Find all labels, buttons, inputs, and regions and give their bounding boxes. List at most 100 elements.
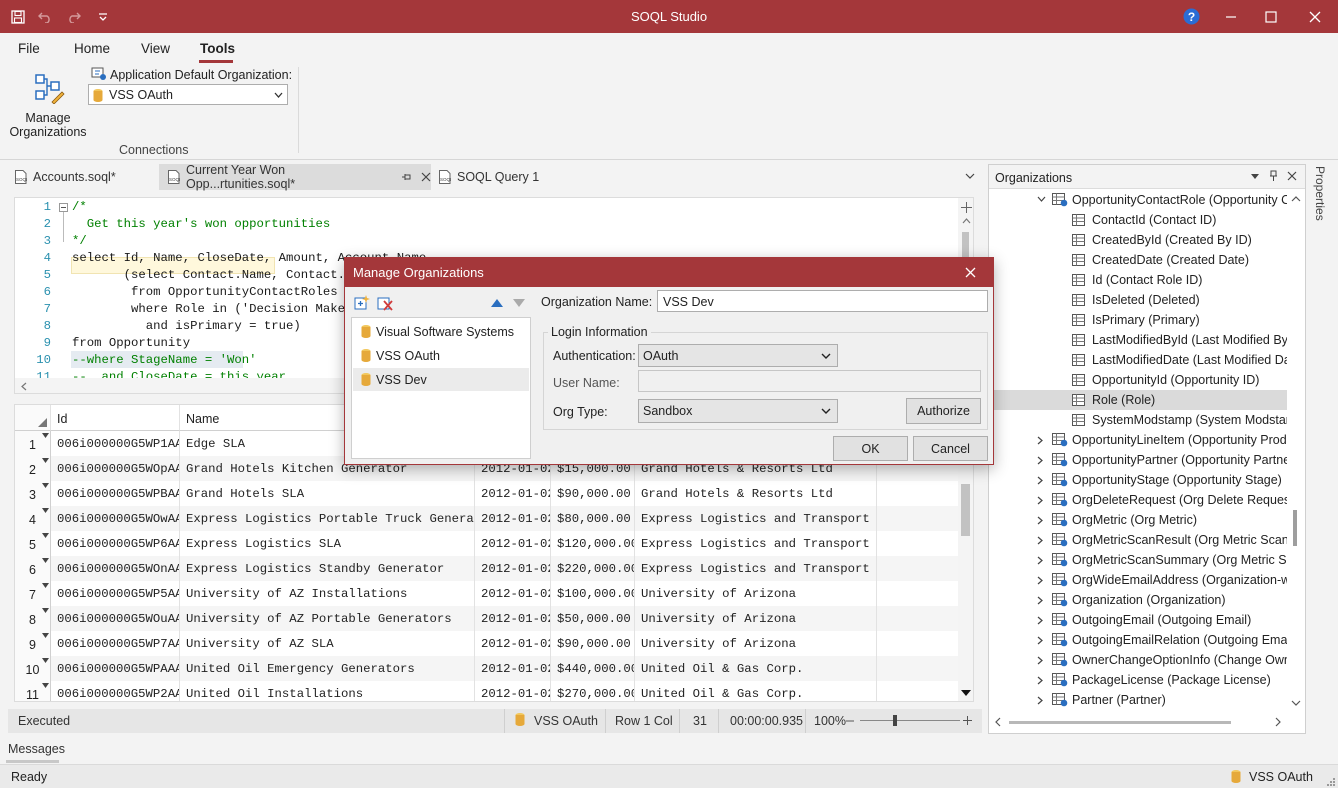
- cell-name[interactable]: Express Logistics Standby Generator: [180, 556, 475, 581]
- cell-amount[interactable]: $100,000.00: [551, 581, 635, 606]
- cell-name[interactable]: University of AZ Installations: [180, 581, 475, 606]
- cell-amount[interactable]: $270,000.00: [551, 681, 635, 701]
- cell-amount[interactable]: $90,000.00: [551, 481, 635, 506]
- chevron-right-icon[interactable]: [1037, 476, 1043, 485]
- pin-icon[interactable]: [1269, 170, 1278, 182]
- tree-hscroll-thumb[interactable]: [1009, 721, 1231, 724]
- cell-closedate[interactable]: 2012-01-02: [475, 556, 551, 581]
- tree-field-item[interactable]: IsDeleted (Deleted): [989, 290, 1287, 310]
- cell-amount[interactable]: $120,000.00: [551, 531, 635, 556]
- dialog-close-icon[interactable]: [965, 267, 976, 278]
- zoom-slider[interactable]: [860, 720, 960, 721]
- cell-name[interactable]: Grand Hotels SLA: [180, 481, 475, 506]
- default-org-select[interactable]: VSS OAuth: [88, 84, 288, 105]
- organization-list-item[interactable]: Visual Software Systems: [353, 320, 529, 343]
- tree-scroll-thumb[interactable]: [1293, 510, 1297, 546]
- cell-filler[interactable]: [877, 556, 957, 581]
- table-row[interactable]: 8 006i000000G5WOuAAN University of AZ Port…: [15, 606, 973, 631]
- cell-filler[interactable]: [877, 606, 957, 631]
- scroll-right-icon[interactable]: [1275, 717, 1281, 727]
- tree-object-item[interactable]: OutgoingEmail (Outgoing Email): [989, 610, 1287, 630]
- cell-closedate[interactable]: 2012-01-02: [475, 481, 551, 506]
- status-org[interactable]: VSS OAuth: [534, 714, 598, 728]
- tree-field-item[interactable]: CreatedById (Created By ID): [989, 230, 1287, 250]
- authentication-select[interactable]: OAuth: [638, 344, 838, 367]
- cell-amount[interactable]: $90,000.00: [551, 631, 635, 656]
- chevron-right-icon[interactable]: [1037, 676, 1043, 685]
- tree-field-item[interactable]: Role (Role): [989, 390, 1287, 410]
- scroll-left-icon[interactable]: [21, 382, 27, 391]
- chevron-right-icon[interactable]: [1037, 556, 1043, 565]
- tree-object-item[interactable]: OrgMetricScanResult (Org Metric Scan R: [989, 530, 1287, 550]
- cell-id[interactable]: 006i000000G5WP7AAN: [51, 631, 180, 656]
- cell-filler[interactable]: [877, 531, 957, 556]
- chevron-right-icon[interactable]: [1037, 616, 1043, 625]
- cell-amount[interactable]: $80,000.00: [551, 506, 635, 531]
- cell-closedate[interactable]: 2012-01-02: [475, 681, 551, 701]
- cell-account[interactable]: Express Logistics and Transport: [635, 531, 877, 556]
- close-tab-icon[interactable]: [421, 172, 431, 182]
- tab-home[interactable]: Home: [74, 41, 110, 56]
- cell-name[interactable]: University of AZ Portable Generators: [180, 606, 475, 631]
- cell-name[interactable]: United Oil Installations: [180, 681, 475, 701]
- cell-id[interactable]: 006i000000G5WP5AAN: [51, 581, 180, 606]
- doc-tab-current-year-won[interactable]: SOQL Current Year Won Opp...rtunities.so…: [159, 163, 431, 191]
- tree-object-item[interactable]: OpportunityContactRole (Opportunity Co: [989, 190, 1287, 210]
- cell-account[interactable]: University of Arizona: [635, 581, 877, 606]
- cell-amount[interactable]: $220,000.00: [551, 556, 635, 581]
- tree-object-item[interactable]: OrgWideEmailAddress (Organization-wid: [989, 570, 1287, 590]
- cell-id[interactable]: 006i000000G5WP6AAN: [51, 531, 180, 556]
- tree-object-item[interactable]: OwnerChangeOptionInfo (Change Owne: [989, 650, 1287, 670]
- org-type-select[interactable]: Sandbox: [638, 399, 838, 423]
- cell-account[interactable]: United Oil & Gas Corp.: [635, 656, 877, 681]
- grid-corner[interactable]: [15, 405, 51, 431]
- tree-field-item[interactable]: SystemModstamp (System Modstam: [989, 410, 1287, 430]
- tab-file[interactable]: File: [18, 41, 40, 56]
- add-organization-icon[interactable]: [354, 295, 370, 311]
- chevron-right-icon[interactable]: [1037, 596, 1043, 605]
- scroll-left-icon[interactable]: [995, 717, 1001, 727]
- cancel-button[interactable]: Cancel: [913, 436, 988, 461]
- zoom-in-icon[interactable]: [963, 716, 972, 725]
- table-row[interactable]: 11 006i000000G5WP2AAN United Oil Installat…: [15, 681, 973, 701]
- cell-account[interactable]: United Oil & Gas Corp.: [635, 681, 877, 701]
- table-row[interactable]: 7 006i000000G5WP5AAN University of AZ Inst…: [15, 581, 973, 606]
- cell-closedate[interactable]: 2012-01-02: [475, 631, 551, 656]
- cell-name[interactable]: Express Logistics Portable Truck Generat…: [180, 506, 475, 531]
- tab-tools[interactable]: Tools: [200, 41, 235, 56]
- tree-object-item[interactable]: OpportunityPartner (Opportunity Partner: [989, 450, 1287, 470]
- chevron-right-icon[interactable]: [1037, 436, 1043, 445]
- doc-tab-soql-query-1[interactable]: SOQL SOQL Query 1: [434, 164, 574, 190]
- tree-field-item[interactable]: Id (Contact Role ID): [989, 270, 1287, 290]
- chevron-right-icon[interactable]: [1037, 636, 1043, 645]
- tab-list-dropdown-icon[interactable]: [965, 173, 975, 180]
- chevron-down-icon[interactable]: [1037, 196, 1046, 202]
- move-down-icon[interactable]: [513, 299, 525, 308]
- chevron-right-icon[interactable]: [1037, 496, 1043, 505]
- cell-closedate[interactable]: 2012-01-02: [475, 581, 551, 606]
- help-icon[interactable]: ?: [1180, 0, 1202, 33]
- table-row[interactable]: 4 006i000000G5WOwAAN Express Logistics Por…: [15, 506, 973, 531]
- tree-object-item[interactable]: OrgDeleteRequest (Org Delete Request): [989, 490, 1287, 510]
- chevron-right-icon[interactable]: [1037, 536, 1043, 545]
- chevron-right-icon[interactable]: [1037, 576, 1043, 585]
- tree-object-item[interactable]: Organization (Organization): [989, 590, 1287, 610]
- tree-object-item[interactable]: Partner (Partner): [989, 690, 1287, 710]
- organization-list-item[interactable]: VSS OAuth: [353, 344, 529, 367]
- cell-account[interactable]: Express Logistics and Transport: [635, 506, 877, 531]
- fold-collapse-icon[interactable]: [59, 203, 68, 212]
- cell-filler[interactable]: [877, 631, 957, 656]
- zoom-out-icon[interactable]: [846, 720, 854, 722]
- tree-field-item[interactable]: IsPrimary (Primary): [989, 310, 1287, 330]
- tree-field-item[interactable]: CreatedDate (Created Date): [989, 250, 1287, 270]
- cell-id[interactable]: 006i000000G5WP1AAN: [51, 431, 180, 456]
- organization-list-item[interactable]: VSS Dev: [353, 368, 529, 391]
- minimize-icon[interactable]: [1216, 0, 1246, 33]
- cell-account[interactable]: Express Logistics and Transport: [635, 556, 877, 581]
- cell-account[interactable]: Grand Hotels & Resorts Ltd: [635, 481, 877, 506]
- cell-name[interactable]: Express Logistics SLA: [180, 531, 475, 556]
- resize-grip-icon[interactable]: [1326, 777, 1335, 786]
- manage-organizations-button[interactable]: Manage Organizations: [6, 69, 90, 139]
- cell-filler[interactable]: [877, 506, 957, 531]
- table-row[interactable]: 5 006i000000G5WP6AAN Express Logistics SLA…: [15, 531, 973, 556]
